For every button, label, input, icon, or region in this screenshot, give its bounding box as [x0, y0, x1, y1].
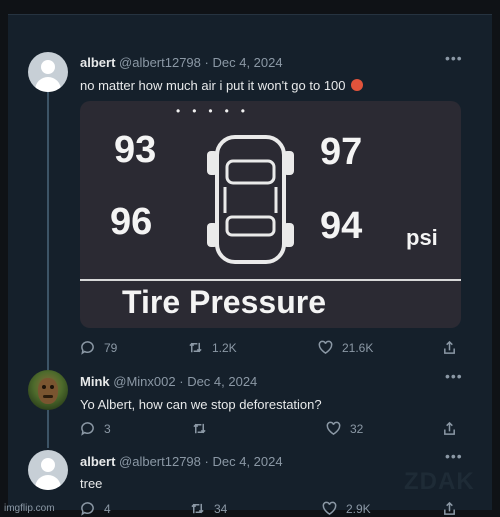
display-name[interactable]: albert: [80, 55, 115, 70]
tweet-text-content: no matter how much air i put it won't go…: [80, 78, 346, 93]
reply-button[interactable]: 4: [80, 501, 111, 516]
tire-pressure-label: Tire Pressure: [122, 284, 326, 320]
like-count: 32: [350, 421, 364, 436]
reply-count: 79: [104, 340, 118, 355]
like-button[interactable]: 2.9K: [322, 501, 371, 516]
thread-line: [47, 92, 49, 370]
front-left-pressure: 93: [114, 129, 157, 171]
reply-icon: [81, 422, 94, 436]
car-top-view-icon: [207, 135, 294, 264]
tire-pressure-photo[interactable]: ••••• 93 97 96 94 psi Tire Pressure: [80, 101, 461, 328]
share-button[interactable]: [442, 340, 457, 355]
divider: [80, 279, 461, 281]
handle[interactable]: @Minx002: [113, 374, 175, 389]
display-name[interactable]: albert: [80, 454, 115, 469]
front-right-pressure: 97: [320, 131, 363, 173]
imgflip-watermark: imgflip.com: [4, 503, 55, 514]
avatar-body: [35, 77, 61, 92]
reply-button[interactable]: 3: [80, 421, 111, 436]
tweet-text: tree: [80, 476, 103, 491]
retweet-button[interactable]: 34: [190, 501, 227, 516]
tweet-header: Mink @Minx002 · Dec 4, 2024: [80, 374, 257, 389]
indicator-dots: •••••: [176, 104, 258, 118]
avatar[interactable]: [28, 370, 68, 410]
share-button[interactable]: [442, 421, 457, 436]
tweet-actions: 3 32: [80, 421, 460, 437]
handle[interactable]: @albert12798: [119, 454, 201, 469]
timestamp[interactable]: Dec 4, 2024: [213, 55, 283, 70]
heart-icon: [318, 340, 333, 355]
retweet-icon: [193, 423, 206, 434]
retweet-icon: [191, 503, 204, 514]
separator: ·: [204, 55, 209, 70]
rear-left-pressure: 96: [110, 201, 153, 243]
heart-icon: [326, 421, 341, 436]
rear-right-pressure: 94: [320, 205, 363, 247]
separator: ·: [204, 454, 209, 469]
pressure-unit: psi: [406, 225, 438, 250]
like-button[interactable]: 32: [326, 421, 363, 436]
reply-button[interactable]: 79: [80, 340, 117, 355]
share-icon: [444, 340, 455, 354]
share-icon: [444, 501, 455, 515]
tweet-header: albert @albert12798 · Dec 4, 2024: [80, 454, 283, 469]
thread-line: [47, 410, 49, 448]
angry-face-emoji-icon: [351, 79, 364, 91]
avatar-eye: [42, 385, 46, 389]
tweet-actions: 79 1.2K 21.6K: [80, 340, 460, 356]
avatar-body: [35, 475, 61, 490]
retweet-icon: [189, 342, 202, 353]
avatar-head: [41, 458, 55, 472]
tweet-text: Yo Albert, how can we stop deforestation…: [80, 397, 322, 412]
reply-count: 3: [104, 421, 111, 436]
avatar-mouth: [43, 395, 53, 398]
reply-icon: [81, 341, 94, 355]
more-options-icon[interactable]: •••: [445, 50, 463, 66]
retweet-count: 34: [214, 501, 228, 516]
reply-count: 4: [104, 501, 111, 516]
heart-icon: [322, 501, 337, 516]
avatar-head: [41, 60, 55, 74]
like-count: 2.9K: [346, 501, 371, 516]
display-name[interactable]: Mink: [80, 374, 110, 389]
tweet-actions: 4 34 2.9K: [80, 501, 460, 517]
handle[interactable]: @albert12798: [119, 55, 201, 70]
separator: ·: [179, 374, 184, 389]
tweet-text: no matter how much air i put it won't go…: [80, 78, 364, 93]
like-button[interactable]: 21.6K: [318, 340, 373, 355]
more-options-icon[interactable]: •••: [445, 368, 463, 384]
tweet-header: albert @albert12798 · Dec 4, 2024: [80, 55, 283, 70]
zdak-watermark: ZDAK: [404, 468, 475, 495]
avatar-eye: [50, 385, 54, 389]
avatar-face: [38, 378, 58, 404]
more-options-icon[interactable]: •••: [445, 448, 463, 464]
avatar[interactable]: [28, 52, 68, 92]
share-button[interactable]: [442, 501, 457, 516]
avatar[interactable]: [28, 450, 68, 490]
retweet-button[interactable]: [192, 421, 216, 436]
like-count: 21.6K: [342, 340, 374, 355]
retweet-button[interactable]: 1.2K: [188, 340, 237, 355]
share-icon: [444, 421, 455, 435]
timestamp[interactable]: Dec 4, 2024: [187, 374, 257, 389]
timestamp[interactable]: Dec 4, 2024: [213, 454, 283, 469]
reply-icon: [81, 502, 94, 516]
retweet-count: 1.2K: [212, 340, 237, 355]
